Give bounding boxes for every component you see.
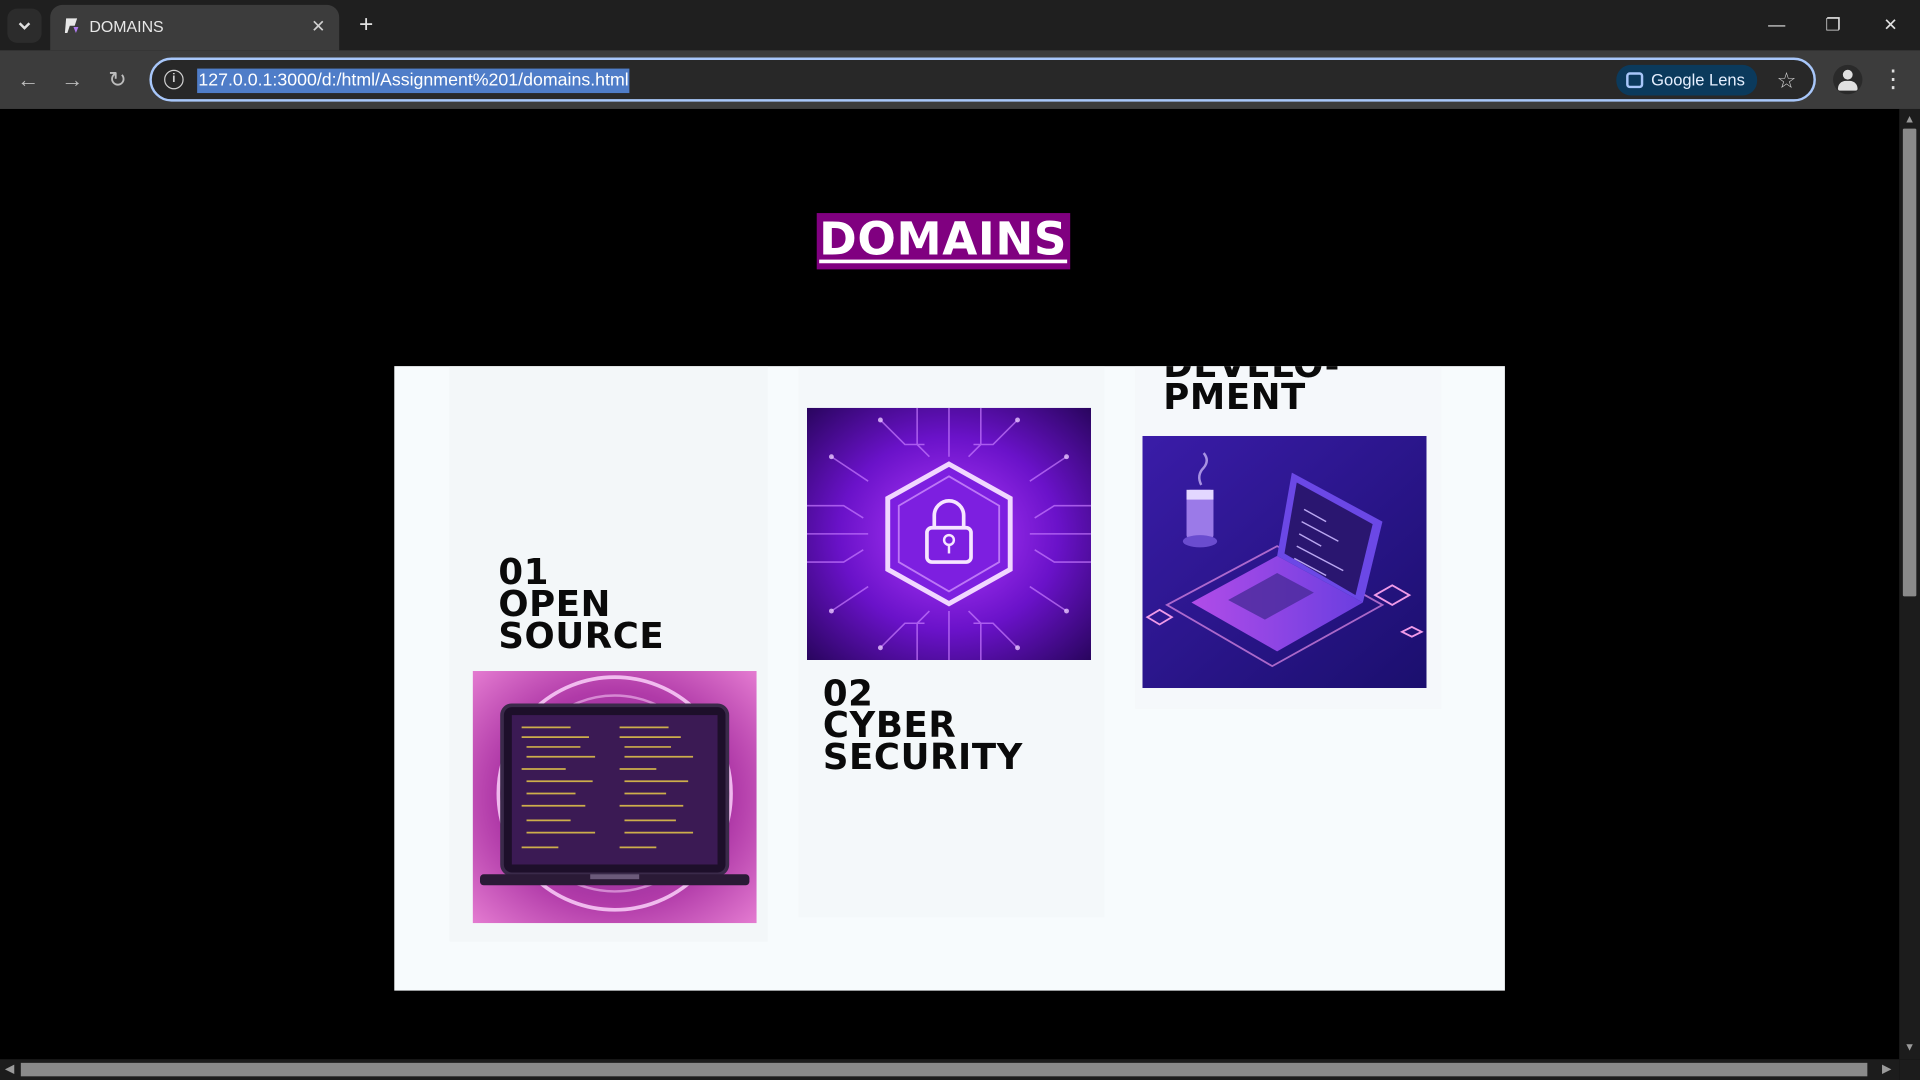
padlock-circuit-image: [806, 407, 1092, 661]
tab-search-button[interactable]: [7, 8, 42, 43]
page-viewport: DOMAINS 01 OPEN SOURCE 02 CYBER SECURITY…: [0, 108, 1900, 1060]
active-tab[interactable]: DOMAINS ✕: [50, 4, 340, 51]
chevron-down-icon: [18, 22, 31, 30]
laptop-code-image: [472, 671, 757, 924]
vertical-scroll-thumb[interactable]: [1902, 128, 1917, 597]
domain-development-title: DEVELO- PMENT: [1163, 366, 1340, 414]
scroll-left-icon[interactable]: ◀: [5, 1063, 14, 1076]
profile-avatar-icon[interactable]: [1833, 64, 1863, 95]
scrollbar-corner: [1899, 1059, 1920, 1080]
browser-toolbar: ← → ↻ i 127.0.0.1:3000/d:/html/Assignmen…: [0, 50, 1920, 109]
page-title: DOMAINS: [816, 213, 1070, 270]
address-bar[interactable]: i 127.0.0.1:3000/d:/html/Assignment%201/…: [149, 57, 1816, 102]
scroll-right-icon[interactable]: ▶: [1882, 1063, 1891, 1076]
forward-icon[interactable]: →: [55, 62, 89, 96]
menu-icon[interactable]: ⋮: [1881, 62, 1905, 96]
domain-open-source-title: 01 OPEN SOURCE: [498, 554, 665, 657]
google-lens-button[interactable]: Google Lens: [1616, 64, 1758, 96]
close-icon[interactable]: ✕: [1869, 7, 1913, 41]
google-lens-label: Google Lens: [1651, 71, 1745, 90]
scroll-down-icon[interactable]: ▼: [1904, 1041, 1915, 1053]
domain-line2: SOURCE: [498, 614, 665, 657]
lens-icon: [1626, 72, 1644, 89]
tab-title: DOMAINS: [89, 17, 164, 36]
minimize-icon[interactable]: —: [1755, 7, 1799, 41]
domain-line2: SECURITY: [822, 735, 1023, 778]
back-icon[interactable]: ←: [11, 62, 45, 96]
domains-poster: 01 OPEN SOURCE 02 CYBER SECURITY PMENT: [394, 366, 1505, 991]
url-text[interactable]: 127.0.0.1:3000/d:/html/Assignment%201/do…: [197, 68, 630, 94]
site-info-icon[interactable]: i: [164, 69, 184, 90]
horizontal-scrollbar[interactable]: ◀ ▶: [0, 1059, 1900, 1080]
vertical-scrollbar[interactable]: ▲ ▼: [1899, 108, 1920, 1060]
reload-icon[interactable]: ↻: [100, 62, 134, 96]
close-tab-icon[interactable]: ✕: [307, 15, 329, 37]
tab-strip: DOMAINS ✕ + — ❐ ✕: [0, 0, 1920, 51]
horizontal-scroll-thumb[interactable]: [20, 1062, 1868, 1077]
favicon-icon: [64, 18, 79, 34]
new-tab-button[interactable]: +: [351, 10, 380, 39]
restore-icon[interactable]: ❐: [1811, 7, 1855, 41]
domain-cyber-security-title: 02 CYBER SECURITY: [822, 675, 1023, 778]
bookmark-star-icon[interactable]: ☆: [1777, 66, 1797, 95]
isometric-laptop-image: [1142, 435, 1427, 689]
scroll-up-icon[interactable]: ▲: [1904, 113, 1915, 125]
